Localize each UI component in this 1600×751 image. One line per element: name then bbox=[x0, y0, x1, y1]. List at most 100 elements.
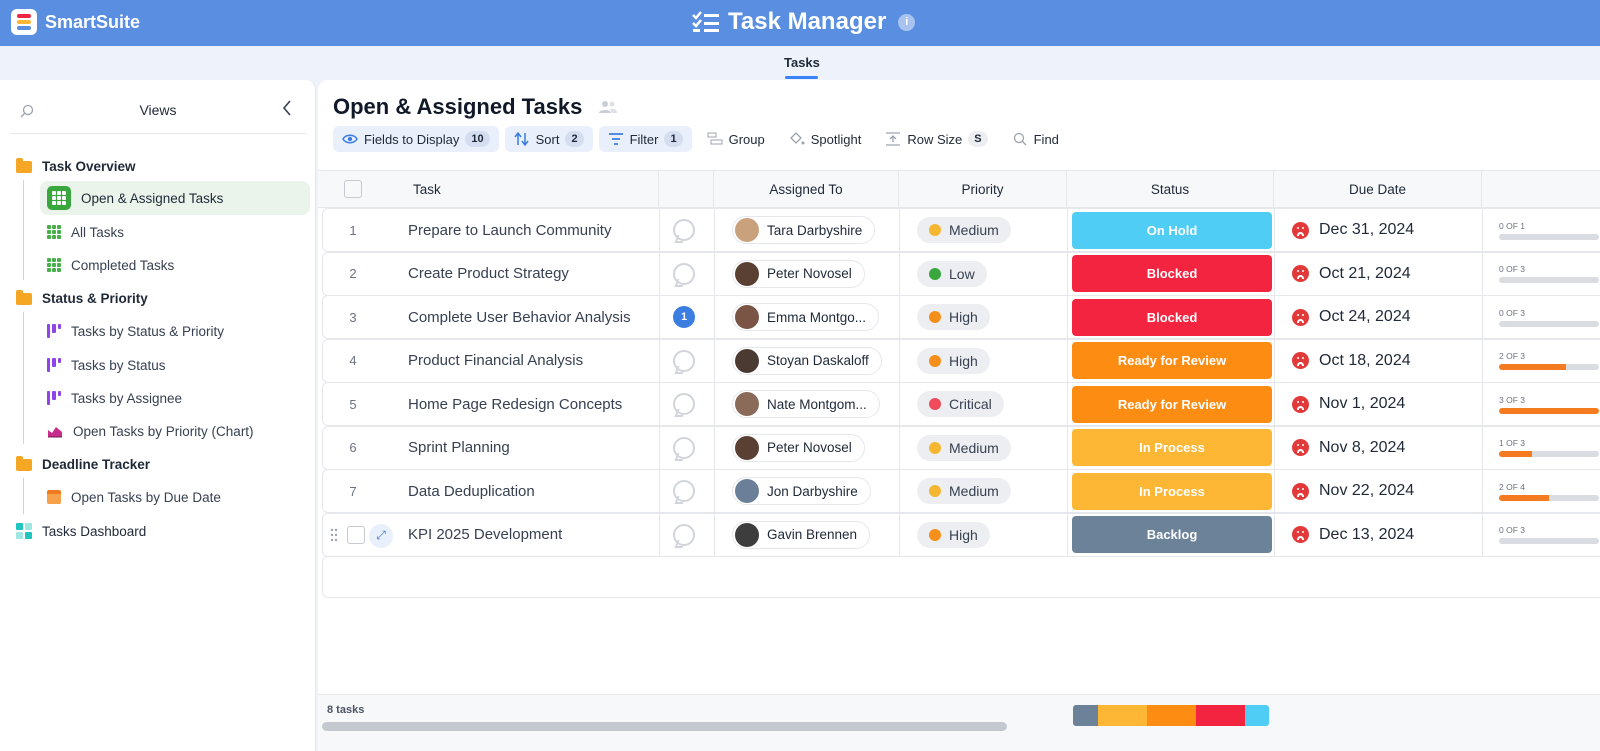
status-badge[interactable]: Backlog bbox=[1072, 516, 1272, 553]
table-row[interactable]: 7 Data Deduplication Jon Darbyshire Medium I… bbox=[322, 469, 1600, 513]
status-badge[interactable]: Blocked bbox=[1072, 298, 1272, 336]
drag-handle-icon[interactable] bbox=[330, 528, 338, 542]
status-cell[interactable]: Backlog bbox=[1072, 514, 1272, 556]
priority-chip[interactable]: Critical bbox=[917, 391, 1004, 417]
due-date-cell[interactable]: Nov 1, 2024 bbox=[1292, 383, 1482, 425]
column-header-task[interactable]: Task bbox=[318, 171, 659, 208]
add-comment-icon[interactable] bbox=[673, 436, 695, 459]
add-comment-icon[interactable] bbox=[673, 219, 695, 241]
comments-cell[interactable] bbox=[669, 209, 699, 251]
comments-cell[interactable] bbox=[669, 470, 699, 512]
column-header-status[interactable]: Status bbox=[1067, 171, 1274, 208]
sidebar-item-tasks-by-status-priority[interactable]: Tasks by Status & Priority bbox=[40, 314, 310, 348]
task-title[interactable]: Data Deduplication bbox=[408, 470, 658, 512]
comments-cell[interactable] bbox=[669, 253, 699, 295]
add-record-row[interactable] bbox=[322, 556, 1600, 598]
task-title[interactable]: Create Product Strategy bbox=[408, 253, 658, 295]
status-cell[interactable]: Blocked bbox=[1072, 253, 1272, 295]
priority-chip[interactable]: Low bbox=[917, 260, 987, 287]
task-title[interactable]: Prepare to Launch Community bbox=[408, 209, 658, 251]
assigned-to-cell[interactable]: Peter Novosel bbox=[732, 427, 907, 469]
add-comment-icon[interactable] bbox=[673, 523, 695, 546]
status-summary-segment[interactable] bbox=[1073, 705, 1098, 726]
sidebar-item-tasks-dashboard[interactable]: Tasks Dashboard bbox=[16, 523, 146, 539]
priority-cell[interactable]: High bbox=[917, 340, 1077, 382]
filter-button[interactable]: Filter 1 bbox=[598, 126, 692, 152]
row-checkbox[interactable] bbox=[347, 525, 365, 544]
add-comment-icon[interactable] bbox=[673, 262, 695, 285]
sidebar-group-task-overview[interactable]: Task Overview bbox=[16, 157, 136, 174]
spotlight-button[interactable]: Spotlight bbox=[780, 126, 871, 152]
priority-cell[interactable]: Medium bbox=[917, 427, 1077, 469]
table-row[interactable]: 6 Sprint Planning Peter Novosel Medium In Pr… bbox=[322, 425, 1600, 470]
add-comment-icon[interactable] bbox=[673, 349, 695, 372]
assignee-chip[interactable]: Stoyan Daskaloff bbox=[732, 346, 882, 375]
comment-count-icon[interactable]: 1 bbox=[673, 306, 695, 328]
sidebar-item-tasks-by-assignee[interactable]: Tasks by Assignee bbox=[40, 381, 310, 415]
priority-cell[interactable]: Low bbox=[917, 253, 1077, 295]
tab-tasks[interactable]: Tasks bbox=[784, 55, 820, 70]
subtask-progress-cell[interactable]: 0 OF 1 bbox=[1499, 209, 1600, 251]
assignee-chip[interactable]: Peter Novosel bbox=[732, 259, 865, 288]
assigned-to-cell[interactable]: Emma Montgo... bbox=[732, 296, 907, 338]
comments-cell[interactable]: 1 bbox=[669, 296, 699, 338]
comments-cell[interactable] bbox=[669, 427, 699, 469]
find-button[interactable]: Find bbox=[1003, 126, 1068, 152]
status-badge[interactable]: Blocked bbox=[1072, 255, 1272, 292]
assigned-to-cell[interactable]: Stoyan Daskaloff bbox=[732, 340, 907, 382]
horizontal-scrollbar[interactable] bbox=[322, 722, 1007, 731]
assigned-to-cell[interactable]: Tara Darbyshire bbox=[732, 209, 907, 251]
comments-cell[interactable] bbox=[669, 383, 699, 425]
assignee-chip[interactable]: Jon Darbyshire bbox=[732, 477, 871, 505]
assigned-to-cell[interactable]: Jon Darbyshire bbox=[732, 470, 907, 512]
table-row[interactable]: 2 Create Product Strategy Peter Novosel Low… bbox=[322, 251, 1600, 296]
due-date-cell[interactable]: Nov 8, 2024 bbox=[1292, 427, 1482, 469]
table-row[interactable]: 5 Home Page Redesign Concepts Nate Montgom… bbox=[322, 382, 1600, 426]
column-header-due-date[interactable]: Due Date bbox=[1274, 171, 1482, 208]
priority-chip[interactable]: High bbox=[917, 521, 990, 548]
status-summary-segment[interactable] bbox=[1146, 705, 1196, 726]
status-cell[interactable]: In Process bbox=[1072, 427, 1272, 469]
priority-cell[interactable]: Medium bbox=[917, 209, 1077, 251]
comments-cell[interactable] bbox=[669, 514, 699, 556]
sidebar-item-open-tasks-by-priority-chart[interactable]: Open Tasks by Priority (Chart) bbox=[40, 414, 310, 448]
status-cell[interactable]: In Process bbox=[1072, 470, 1272, 512]
expand-record-icon[interactable]: ⤢ bbox=[369, 523, 393, 548]
assignee-chip[interactable]: Tara Darbyshire bbox=[732, 216, 876, 244]
due-date-cell[interactable]: Dec 13, 2024 bbox=[1292, 514, 1482, 556]
subtask-progress-cell[interactable]: 1 OF 3 bbox=[1499, 427, 1600, 469]
task-title[interactable]: KPI 2025 Development bbox=[408, 514, 658, 556]
priority-cell[interactable]: High bbox=[917, 296, 1077, 338]
status-badge[interactable]: In Process bbox=[1072, 472, 1272, 510]
add-comment-icon[interactable] bbox=[673, 393, 695, 415]
subtask-progress-cell[interactable]: 0 OF 3 bbox=[1499, 514, 1600, 556]
select-all-checkbox[interactable] bbox=[344, 180, 362, 198]
due-date-cell[interactable]: Oct 24, 2024 bbox=[1292, 296, 1482, 338]
sidebar-item-tasks-by-status[interactable]: Tasks by Status bbox=[40, 348, 310, 382]
table-row[interactable]: ⤢ KPI 2025 Development Gavin Brennen High Ba… bbox=[322, 512, 1600, 557]
users-icon[interactable] bbox=[598, 100, 618, 114]
priority-chip[interactable]: High bbox=[917, 347, 990, 374]
sidebar-item-completed-tasks[interactable]: Completed Tasks bbox=[40, 248, 310, 282]
subtask-progress-cell[interactable]: 2 OF 3 bbox=[1499, 340, 1600, 382]
due-date-cell[interactable]: Dec 31, 2024 bbox=[1292, 209, 1482, 251]
priority-cell[interactable]: Critical bbox=[917, 383, 1077, 425]
status-cell[interactable]: Blocked bbox=[1072, 296, 1272, 338]
due-date-cell[interactable]: Oct 18, 2024 bbox=[1292, 340, 1482, 382]
column-header-assigned-to[interactable]: Assigned To bbox=[714, 171, 899, 208]
subtask-progress-cell[interactable]: 2 OF 4 bbox=[1499, 470, 1600, 512]
status-summary-segment[interactable] bbox=[1244, 705, 1269, 726]
comments-cell[interactable] bbox=[669, 340, 699, 382]
sidebar-item-all-tasks[interactable]: All Tasks bbox=[40, 215, 310, 249]
status-cell[interactable]: Ready for Review bbox=[1072, 383, 1272, 425]
column-header-priority[interactable]: Priority bbox=[899, 171, 1067, 208]
status-cell[interactable]: On Hold bbox=[1072, 209, 1272, 251]
priority-chip[interactable]: Medium bbox=[917, 434, 1011, 461]
assignee-chip[interactable]: Nate Montgom... bbox=[732, 390, 880, 418]
info-icon[interactable]: i bbox=[898, 13, 916, 31]
subtask-progress-cell[interactable]: 3 OF 3 bbox=[1499, 383, 1600, 425]
priority-cell[interactable]: High bbox=[917, 514, 1077, 556]
assigned-to-cell[interactable]: Gavin Brennen bbox=[732, 514, 907, 556]
sort-button[interactable]: Sort 2 bbox=[504, 126, 593, 152]
task-title[interactable]: Sprint Planning bbox=[408, 427, 658, 469]
